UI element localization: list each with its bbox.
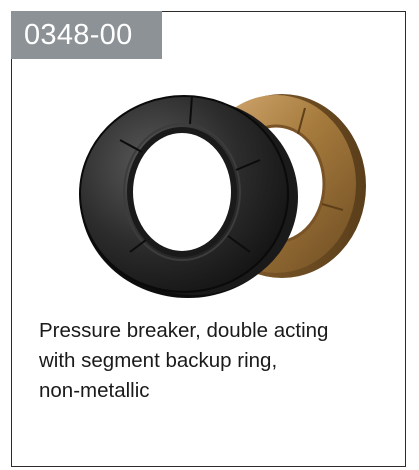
- description-line: with segment backup ring,: [39, 349, 278, 372]
- description-line: Pressure breaker, double acting: [39, 319, 329, 342]
- product-description: Pressure breaker, double acting with seg…: [39, 316, 399, 406]
- product-code-label: 0348-00: [11, 11, 162, 59]
- product-image: [79, 94, 366, 298]
- description-line: non-metallic: [39, 379, 150, 402]
- black-pressure-breaker-ring: [79, 95, 298, 298]
